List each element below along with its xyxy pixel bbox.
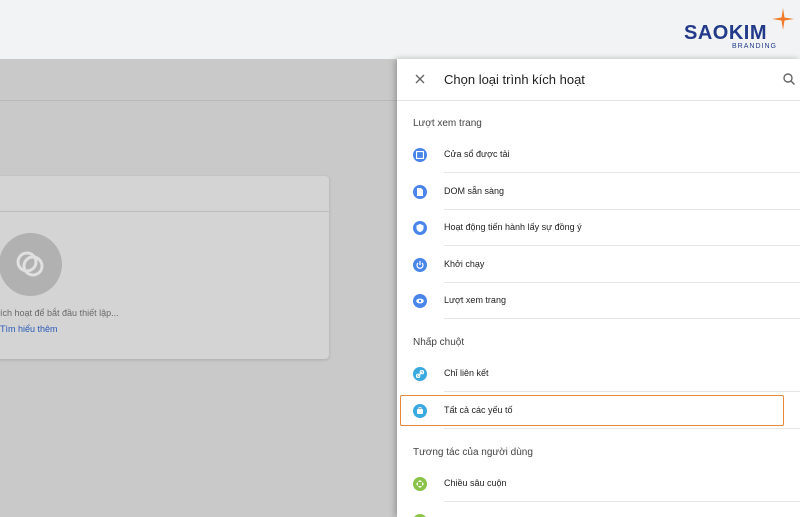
trigger-type-panel: Chọn loại trình kích hoạt Lượt xem trang… bbox=[397, 59, 800, 517]
brand-name: SAOKIM bbox=[684, 22, 767, 44]
item-divider bbox=[444, 501, 800, 502]
brand-logo: SAOKIM BRANDING bbox=[684, 8, 794, 52]
card-description: ích hoạt để bắt đầu thiết lập... bbox=[0, 308, 119, 318]
link-icon bbox=[413, 367, 427, 381]
item-divider bbox=[444, 318, 800, 319]
trigger-label: Cửa sổ được tải bbox=[444, 149, 510, 159]
trigger-next-partial[interactable] bbox=[397, 503, 800, 517]
trigger-placeholder-icon bbox=[0, 233, 62, 296]
trigger-just-links[interactable]: Chỉ liên kết bbox=[397, 356, 800, 392]
panel-title: Chọn loại trình kích hoạt bbox=[444, 72, 585, 87]
power-icon bbox=[413, 258, 427, 272]
learn-more-link[interactable]: Tìm hiểu thêm bbox=[0, 324, 58, 334]
item-divider bbox=[444, 391, 800, 392]
star-icon bbox=[772, 8, 794, 30]
background-header-divider bbox=[0, 100, 397, 101]
close-icon[interactable] bbox=[413, 72, 427, 86]
card-divider bbox=[0, 211, 329, 212]
brand-tagline: BRANDING bbox=[732, 43, 777, 50]
selection-highlight bbox=[400, 395, 784, 426]
trigger-label: Khởi chạy bbox=[444, 259, 485, 269]
item-divider bbox=[444, 428, 800, 429]
item-divider bbox=[444, 245, 800, 246]
trigger-scroll-depth[interactable]: Chiều sâu cuộn bbox=[397, 466, 800, 502]
shield-icon bbox=[413, 221, 427, 235]
trigger-label: Chiều sâu cuộn bbox=[444, 478, 507, 488]
document-icon bbox=[413, 185, 427, 199]
trigger-window-loaded[interactable]: Cửa sổ được tải bbox=[397, 137, 800, 173]
window-icon bbox=[413, 148, 427, 162]
panel-header: Chọn loại trình kích hoạt bbox=[397, 59, 800, 101]
scroll-icon bbox=[413, 477, 427, 491]
trigger-initialization[interactable]: Khởi chạy bbox=[397, 247, 800, 283]
item-divider bbox=[444, 172, 800, 173]
trigger-label: DOM sẵn sàng bbox=[444, 186, 505, 196]
section-title-user-engagement: Tương tác của người dùng bbox=[413, 447, 533, 458]
trigger-label: Lượt xem trang bbox=[444, 295, 506, 305]
trigger-consent-initialization[interactable]: Hoạt động tiến hành lấy sự đồng ý bbox=[397, 210, 800, 246]
trigger-dom-ready[interactable]: DOM sẵn sàng bbox=[397, 174, 800, 210]
trigger-label: Hoạt động tiến hành lấy sự đồng ý bbox=[444, 222, 582, 232]
search-icon[interactable] bbox=[782, 72, 796, 86]
trigger-page-view[interactable]: Lượt xem trang bbox=[397, 283, 800, 319]
background-page: ích hoạt để bắt đầu thiết lập... Tìm hiể… bbox=[0, 59, 397, 517]
section-title-page-view: Lượt xem trang bbox=[413, 118, 482, 129]
section-title-click: Nhấp chuột bbox=[413, 337, 465, 348]
top-bar: SAOKIM BRANDING bbox=[0, 0, 800, 59]
eye-icon bbox=[413, 294, 427, 308]
trigger-label: Chỉ liên kết bbox=[444, 368, 489, 378]
background-card: ích hoạt để bắt đầu thiết lập... Tìm hiể… bbox=[0, 176, 329, 359]
